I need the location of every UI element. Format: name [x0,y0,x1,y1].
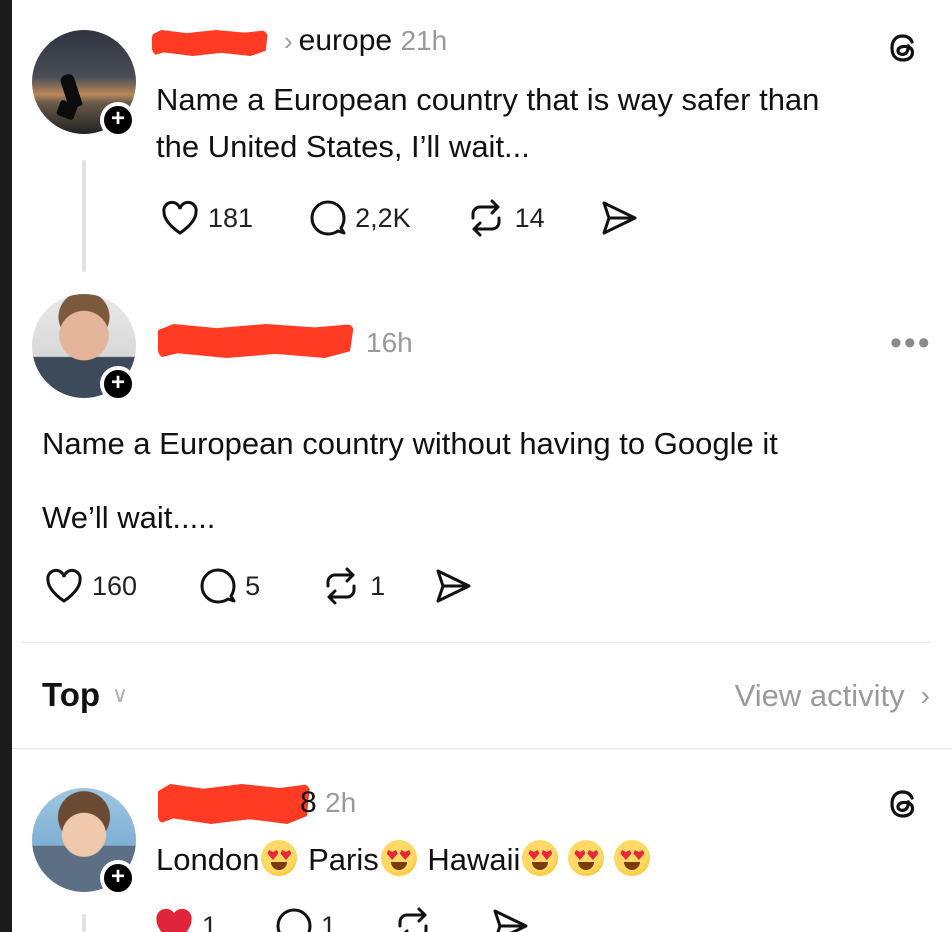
threads-logo-icon[interactable] [884,784,924,824]
post-time: 16h [366,327,413,358]
redacted-username [158,324,354,358]
sort-dropdown[interactable]: Top ∨ [42,676,128,714]
repost-icon [471,199,501,237]
post-text-line: We’ll wait..... [42,500,216,535]
threads-logo-icon[interactable] [884,28,924,68]
heart-icon [46,568,82,603]
send-icon [602,201,637,235]
chevron-down-icon: ∨ [112,682,129,707]
post-actions: 181 2,2K 14 [160,198,693,238]
post-text: Name a European country that is way safe… [156,76,936,170]
reply-word: Paris [308,842,379,877]
heart-eyes-emoji [614,840,651,876]
comment-icon [200,568,236,604]
like-button[interactable]: 1 [154,907,217,932]
reply-count: 2,2K [355,202,411,233]
like-count: 181 [208,202,254,233]
view-activity-label: View activity [734,678,905,713]
reply-header: 8 2h [300,786,356,820]
thread-connector-line [82,914,86,932]
post-text-line: Name a European country that is way safe… [156,82,820,117]
post-text: Name a European country without having t… [42,420,922,467]
follow-plus-icon[interactable]: + [100,860,136,896]
post-actions: 160 5 1 [44,566,527,606]
reply-count: 5 [245,570,261,601]
view-activity-link[interactable]: View activity › [735,678,930,714]
follow-plus-icon[interactable]: + [100,102,136,138]
window-edge [0,0,12,932]
reply-button[interactable]: 5 [197,566,260,606]
reply-word: London [156,842,260,877]
post-header: 16h [366,326,413,360]
follow-plus-icon[interactable]: + [100,366,136,402]
share-button[interactable] [490,907,530,932]
repost-button[interactable] [392,906,434,932]
redacted-username [152,30,268,56]
community-name[interactable]: europe [299,24,392,57]
post-text: We’ll wait..... [42,494,922,541]
thread-connector-line [82,160,86,272]
reply-actions: 1 1 [154,906,584,932]
like-button[interactable]: 160 [44,567,137,605]
reply-word: Hawaii [427,842,521,877]
comment-icon [310,200,346,236]
reply-text: London Paris Hawaii [156,836,916,883]
repost-count: 14 [514,202,545,233]
chevron-right-icon: › [920,680,930,711]
send-icon [493,909,528,932]
heart-eyes-emoji [261,840,298,876]
post-time: 2h [325,787,357,818]
repost-icon [398,907,428,932]
heart-eyes-emoji [380,840,417,876]
sort-label: Top [42,676,101,713]
heart-icon [156,908,192,932]
like-button[interactable]: 181 [160,199,253,237]
comment-icon [276,908,312,932]
share-button[interactable] [599,199,639,237]
reply-button[interactable]: 1 [273,906,336,932]
chevron-right-icon: › [284,26,293,56]
more-options-icon[interactable]: ••• [890,324,932,363]
repost-icon [326,567,356,605]
reply-count: 1 [321,910,337,932]
like-count: 1 [202,910,218,932]
divider [12,748,952,749]
heart-eyes-emoji [522,840,559,876]
repost-button[interactable]: 1 [320,566,385,606]
post-text-line: Name a European country without having t… [42,426,778,461]
send-icon [436,569,471,603]
reply-button[interactable]: 2,2K [307,198,411,238]
repost-count: 1 [370,570,386,601]
post-text-line: the United States, I’ll wait... [156,129,530,164]
heart-eyes-emoji [568,840,605,876]
post-time: 21h [400,25,448,56]
repost-button[interactable]: 14 [465,198,545,238]
post-header: › europe 21h [278,24,447,58]
share-button[interactable] [433,567,473,605]
divider [22,642,930,643]
username-visible-suffix: 8 [300,786,317,819]
like-count: 160 [92,570,138,601]
heart-icon [162,200,198,235]
redacted-username [158,784,310,824]
